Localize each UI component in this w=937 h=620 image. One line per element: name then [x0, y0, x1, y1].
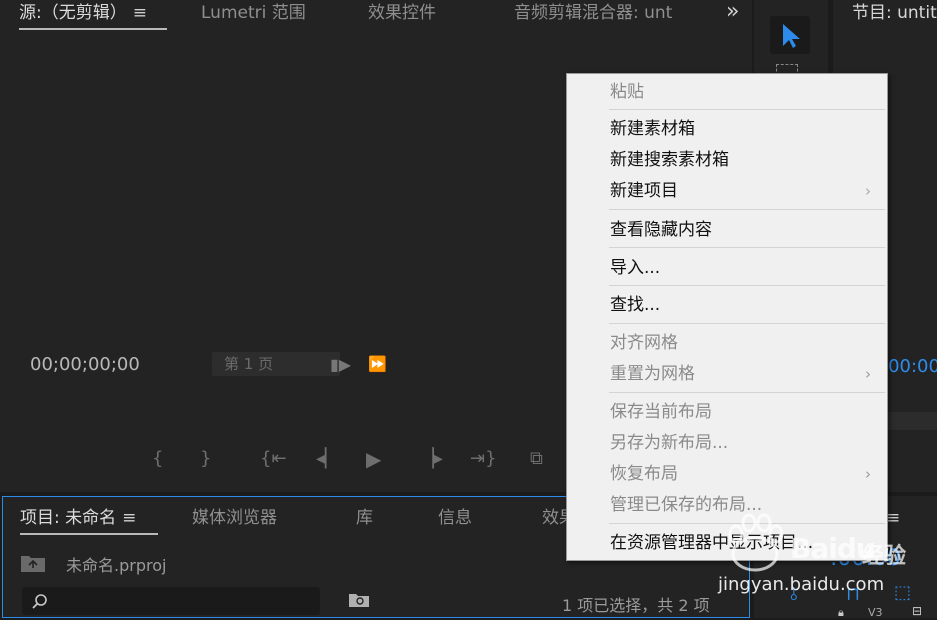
context-menu: 粘贴 新建素材箱 新建搜索素材箱 新建项目 › 查看隐藏内容 导入... 查找.… — [566, 73, 888, 561]
panel-overflow-icon[interactable]: » — [726, 0, 739, 24]
tab-source-label: 源:（无剪辑） — [19, 3, 127, 23]
watermark-url: jingyan.baidu.com — [718, 574, 885, 595]
menu-item-save-layout[interactable]: 保存当前布局 — [610, 399, 712, 425]
menu-item-new-search-bin[interactable]: 新建搜索素材箱 — [610, 147, 729, 173]
menu-item-find[interactable]: 查找... — [610, 292, 660, 318]
tab-effect-controls-label: 效果控件 — [368, 3, 436, 23]
tab-effects-label: 效果 — [542, 508, 566, 528]
project-folder-icon — [21, 556, 45, 572]
tab-info[interactable]: 信息 — [438, 505, 472, 533]
tab-lumetri-label: Lumetri 范围 — [201, 3, 306, 23]
selection-arrow-icon — [783, 24, 800, 48]
mark-out-icon[interactable]: } — [200, 448, 211, 469]
menu-item-new-item[interactable]: 新建项目 — [610, 178, 678, 204]
panel-menu-icon[interactable]: ≡ — [133, 0, 147, 26]
baidu-paw-logo — [728, 513, 784, 572]
menu-item-view-hidden[interactable]: 查看隐藏内容 — [610, 217, 712, 243]
menu-item-restore-layout[interactable]: 恢复布局 — [610, 461, 678, 487]
tab-lumetri-scopes[interactable]: Lumetri 范围 — [201, 0, 306, 28]
project-file-name: 未命名.prproj — [66, 556, 167, 575]
marker-icon[interactable]: ▮▶ — [330, 355, 351, 374]
search-icon — [32, 594, 47, 609]
add-marker-icon[interactable]: ⬚ — [894, 582, 911, 603]
insert-icon[interactable]: ⧉ — [530, 448, 543, 469]
tab-source[interactable]: 源:（无剪辑） ≡ — [19, 0, 167, 30]
menu-item-reset-to-grid[interactable]: 重置为网格 — [610, 361, 695, 387]
menu-separator — [609, 392, 885, 393]
mark-in-icon[interactable]: { — [152, 448, 163, 469]
go-to-in-icon[interactable]: {⇤ — [260, 448, 287, 469]
menu-separator — [609, 209, 885, 210]
submenu-chevron-icon: › — [865, 465, 871, 483]
submenu-chevron-icon: › — [865, 365, 871, 383]
tab-program-label: 节目: untit — [852, 3, 937, 23]
tab-effects[interactable]: 效果 — [542, 505, 566, 533]
tab-media-browser[interactable]: 媒体浏览器 — [192, 505, 277, 533]
menu-item-align-to-grid[interactable]: 对齐网格 — [610, 330, 678, 356]
tab-audio-mixer-label: 音频剪辑混合器: unt — [514, 3, 673, 23]
source-timecode[interactable]: 00;00;00;00 — [30, 354, 140, 375]
menu-item-paste[interactable]: 粘贴 — [610, 79, 644, 105]
menu-item-new-bin[interactable]: 新建素材箱 — [610, 116, 695, 142]
go-to-out-icon[interactable]: ⇥} — [470, 448, 497, 469]
tab-project[interactable]: 项目: 未命名 ≡ — [20, 505, 158, 535]
menu-item-import[interactable]: 导入... — [610, 255, 660, 281]
page-select[interactable]: 第 1 页 — [212, 352, 340, 376]
menu-separator — [609, 285, 885, 286]
selection-status-text: 1 项已选择，共 2 项 — [562, 596, 710, 615]
play-icon[interactable]: ▶ — [366, 447, 381, 471]
tab-program[interactable]: 节目: untit — [852, 0, 937, 28]
selection-tool-button[interactable] — [770, 16, 810, 54]
tab-project-label: 项目: 未命名 — [20, 508, 117, 528]
menu-item-save-as-new-layout[interactable]: 另存为新布局... — [610, 430, 728, 456]
menu-separator — [609, 247, 885, 248]
tab-audio-clip-mixer[interactable]: 音频剪辑混合器: unt — [514, 0, 690, 28]
new-search-bin-icon[interactable] — [348, 592, 370, 608]
menu-separator — [609, 323, 885, 324]
step-back-icon[interactable]: ◂▏ — [316, 448, 339, 469]
tab-libraries[interactable]: 库 — [356, 505, 373, 533]
step-forward-icon[interactable]: ▕▸ — [420, 448, 443, 469]
tab-media-browser-label: 媒体浏览器 — [192, 508, 277, 528]
tab-libraries-label: 库 — [356, 508, 373, 528]
project-panel-menu-icon[interactable]: ≡ — [122, 505, 136, 531]
track-v3-label: V3 — [868, 606, 883, 619]
watermark-brand-suffix: 经验 — [862, 544, 907, 569]
project-search-input[interactable] — [22, 587, 320, 615]
fast-forward-icon[interactable]: ⏩ — [368, 355, 387, 373]
program-timecode[interactable]: :00:00 — [882, 356, 937, 377]
submenu-chevron-icon: › — [865, 182, 871, 200]
tab-effect-controls[interactable]: 效果控件 — [368, 0, 436, 28]
track-toggle-icon[interactable]: ⊟ — [912, 604, 922, 618]
menu-separator — [609, 109, 885, 110]
tab-info-label: 信息 — [438, 508, 472, 528]
timeline-panel-menu-icon[interactable]: ≡ — [886, 508, 900, 528]
